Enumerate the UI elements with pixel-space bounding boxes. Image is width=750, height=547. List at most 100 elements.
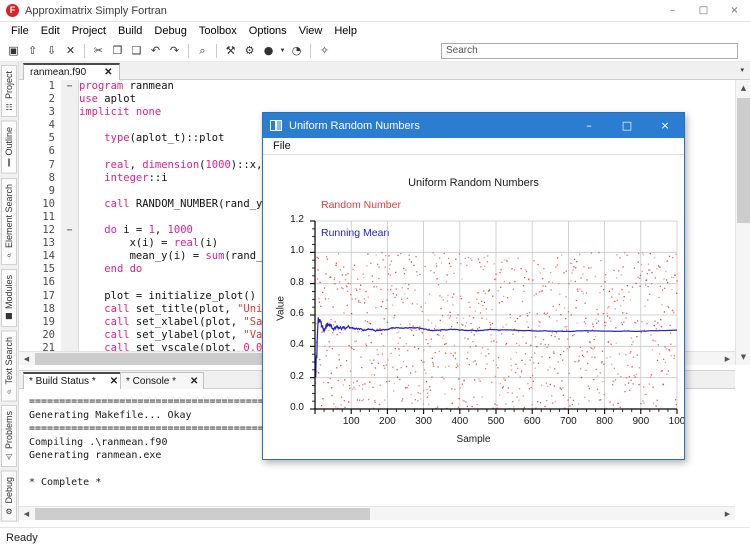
menu-item-project[interactable]: Project: [66, 23, 112, 39]
close-button[interactable]: ×: [719, 0, 750, 22]
line-number: 19: [42, 315, 55, 328]
line-number: 4: [48, 119, 55, 132]
close-icon[interactable]: ✕: [190, 376, 198, 387]
close-file-icon[interactable]: ✕: [61, 41, 80, 60]
sidebar-item-text-search[interactable]: ⌕ Text Search: [1, 330, 17, 402]
scroll-up-icon[interactable]: ▲: [736, 80, 750, 96]
paste-icon[interactable]: ❑: [127, 41, 146, 60]
line-number: 10: [42, 197, 55, 210]
fold-gutter-cell: [61, 276, 78, 289]
sidebar-item-debug[interactable]: ⚙ Debug: [1, 471, 17, 522]
text-search-icon: ⌕: [4, 387, 13, 396]
title-bar: F Approximatrix Simply Fortran – □ ×: [0, 0, 750, 22]
line-number: 6: [48, 145, 55, 158]
problems-icon: ⚠: [4, 452, 14, 462]
line-number: 2: [48, 93, 55, 106]
code-line: use aplot: [79, 93, 136, 106]
line-number: 11: [42, 210, 55, 223]
toolbar-separator: [84, 43, 85, 58]
fold-gutter-cell: [61, 237, 78, 250]
debug-icon[interactable]: ◔: [287, 41, 306, 60]
build-icon[interactable]: ⚙: [240, 41, 259, 60]
plot-maximize-button[interactable]: □: [608, 113, 646, 138]
redo-icon[interactable]: ↷: [165, 41, 184, 60]
cut-icon[interactable]: ✂: [89, 41, 108, 60]
menu-item-build[interactable]: Build: [112, 23, 148, 39]
fold-toggle-icon[interactable]: −: [61, 224, 78, 237]
scroll-right-icon[interactable]: ▶: [720, 352, 735, 365]
editor-tab-label: ranmean.f90: [30, 67, 87, 78]
y-tick-label: 1.2: [290, 214, 304, 225]
scroll-down-icon[interactable]: ▼: [736, 349, 750, 365]
stop-icon[interactable]: ✧: [315, 41, 334, 60]
bottom-tab-console[interactable]: * Console * ✕: [120, 372, 205, 389]
sidebar-item-label: Element Search: [4, 183, 14, 248]
close-icon[interactable]: ✕: [104, 67, 112, 78]
toolbar-separator: [188, 43, 189, 58]
sidebar-item-modules[interactable]: ■ Modules: [1, 268, 17, 327]
menu-item-options[interactable]: Options: [243, 23, 293, 39]
x-tick-label: 400: [451, 416, 469, 427]
scroll-left-icon[interactable]: ◀: [19, 352, 34, 365]
x-tick-label: 600: [523, 416, 541, 427]
menu-item-help[interactable]: Help: [328, 23, 363, 39]
fold-gutter-cell: [61, 172, 78, 185]
editor-vertical-scrollbar[interactable]: ▲ ▼: [735, 80, 750, 365]
menu-item-debug[interactable]: Debug: [148, 23, 192, 39]
search-input[interactable]: Search: [441, 43, 738, 59]
plot-window[interactable]: Uniform Random Numbers – □ × File Unifor…: [262, 112, 685, 460]
y-tick-label: 0.8: [290, 276, 304, 288]
line-number: 1: [48, 80, 55, 92]
open-file-icon[interactable]: ⇧: [23, 41, 42, 60]
bottom-panel-horizontal-scrollbar[interactable]: ◀ ▶: [19, 506, 735, 520]
editor-tab-bar: ranmean.f90 ✕ ▾: [19, 62, 750, 80]
outline-icon: ‖: [4, 158, 14, 168]
sidebar-item-problems[interactable]: ⚠ Problems: [1, 405, 17, 468]
minimize-button[interactable]: –: [657, 0, 688, 22]
run-dropdown-caret-icon[interactable]: ▼: [278, 48, 287, 54]
run-icon[interactable]: ●: [259, 41, 278, 60]
plot-minimize-button[interactable]: –: [570, 113, 608, 138]
x-tick-label: 500: [487, 416, 505, 427]
sidebar-item-element-search[interactable]: ⌕ Element Search: [1, 177, 17, 265]
close-icon[interactable]: ✕: [110, 376, 118, 387]
x-tick-label: 700: [560, 416, 577, 427]
plot-close-button[interactable]: ×: [646, 113, 684, 138]
copy-icon[interactable]: ❐: [108, 41, 127, 60]
fold-toggle-icon[interactable]: −: [61, 80, 78, 93]
find-icon[interactable]: ⌕: [193, 41, 212, 60]
bottom-tab-label: * Console *: [126, 375, 177, 387]
new-file-icon[interactable]: ▣: [4, 41, 23, 60]
bottom-tab-buildstatus[interactable]: * Build Status * ✕: [23, 372, 125, 389]
menu-item-toolbox[interactable]: Toolbox: [193, 23, 243, 39]
scroll-left-icon[interactable]: ◀: [19, 507, 34, 520]
bottom-hscroll-thumb[interactable]: [35, 508, 370, 520]
scroll-right-icon[interactable]: ▶: [720, 507, 735, 520]
line-number: 7: [48, 158, 55, 171]
line-number: 14: [42, 250, 55, 263]
menu-item-edit[interactable]: Edit: [35, 23, 66, 39]
save-file-icon[interactable]: ⇩: [42, 41, 61, 60]
y-tick-label: 1.0: [290, 245, 304, 257]
editor-vscroll-thumb[interactable]: [737, 98, 750, 223]
fold-gutter-cell: [61, 185, 78, 198]
chevron-down-icon[interactable]: ▾: [740, 66, 744, 74]
clean-icon[interactable]: ⚒: [221, 41, 240, 60]
menu-item-file[interactable]: File: [5, 23, 35, 39]
plot-window-icon: [270, 120, 282, 131]
sidebar-item-label: Modules: [4, 274, 14, 309]
undo-icon[interactable]: ↶: [146, 41, 165, 60]
sidebar-item-label: Problems: [4, 411, 14, 450]
fold-gutter-cell: [61, 198, 78, 211]
sidebar-item-label: Text Search: [4, 336, 14, 385]
fold-gutter[interactable]: − −: [61, 80, 79, 365]
maximize-button[interactable]: □: [688, 0, 719, 22]
application-window: F Approximatrix Simply Fortran – □ × Fil…: [0, 0, 750, 547]
x-tick-label: 200: [379, 416, 396, 427]
plot-menu-file[interactable]: File: [269, 139, 295, 153]
editor-tab-ranmean[interactable]: ranmean.f90 ✕: [23, 63, 120, 80]
menu-item-view[interactable]: View: [293, 23, 329, 39]
sidebar-item-project[interactable]: ☷ Project: [1, 65, 17, 118]
sidebar-item-outline[interactable]: ‖ Outline: [1, 121, 17, 174]
line-number: 18: [42, 302, 55, 315]
